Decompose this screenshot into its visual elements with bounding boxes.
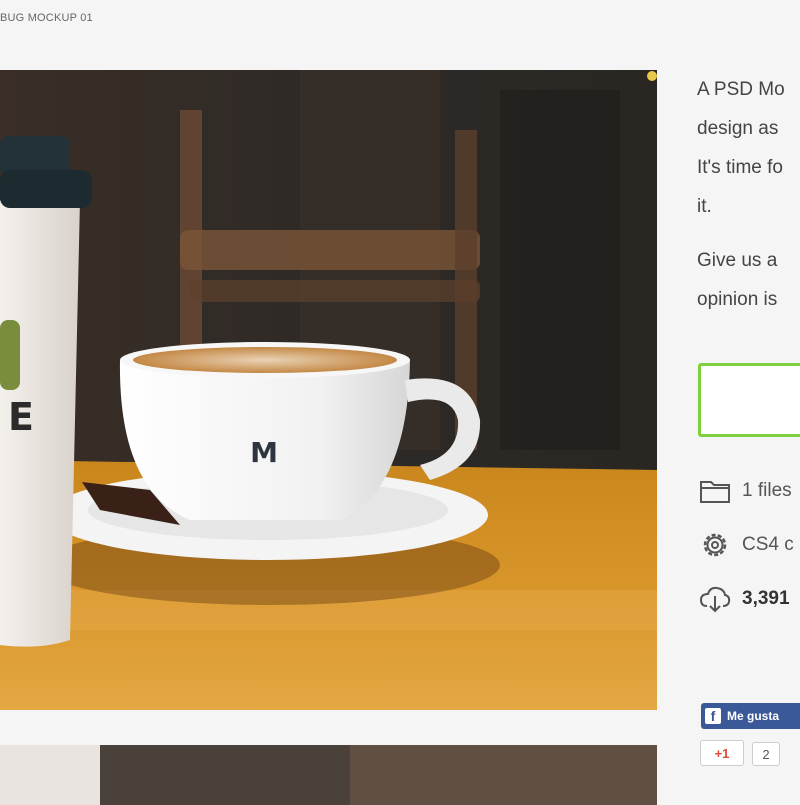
google-plus-count: 2 xyxy=(752,742,780,766)
cloud-download-icon xyxy=(698,582,732,616)
cup-print-text: E xyxy=(8,395,34,439)
description-line: Give us a xyxy=(697,250,778,271)
file-count: 1 files xyxy=(698,474,792,508)
product-preview-image-2[interactable] xyxy=(0,745,657,805)
description-line: It's time fo xyxy=(697,157,783,178)
folder-icon xyxy=(698,474,732,508)
description-line: A PSD Mo xyxy=(697,79,785,100)
download-count: 3,391 xyxy=(698,582,790,616)
google-plus-label: +1 xyxy=(714,745,730,761)
download-count-text: 3,391 xyxy=(742,588,790,609)
facebook-like-label: Me gusta xyxy=(727,709,780,723)
description-line: it. xyxy=(697,196,712,217)
software-version: CS4 c xyxy=(698,528,794,562)
gear-icon xyxy=(698,528,732,562)
file-count-text: 1 files xyxy=(742,480,792,501)
facebook-icon: f xyxy=(705,708,721,724)
description-line: design as xyxy=(697,118,779,139)
google-plus-count-text: 2 xyxy=(762,746,770,762)
description-paragraph-1: A PSD Mo design as It's time fo it. xyxy=(697,70,800,226)
coffee-mockup-photo: M E xyxy=(0,70,657,710)
facebook-like-button[interactable]: f Me gusta xyxy=(701,703,800,729)
description-line: opinion is xyxy=(697,289,778,310)
product-description: A PSD Mo design as It's time fo it. Give… xyxy=(697,70,800,319)
description-paragraph-2: Give us a opinion is xyxy=(697,241,800,319)
download-button[interactable] xyxy=(698,363,800,437)
software-version-text: CS4 c xyxy=(742,534,794,555)
breadcrumb[interactable]: BUG MOCKUP 01 xyxy=(0,12,93,32)
mockup-photo-2 xyxy=(0,745,657,805)
google-plus-button[interactable]: +1 xyxy=(700,740,744,766)
product-preview-image[interactable]: M E xyxy=(0,70,657,710)
mug-logo-text: M xyxy=(250,436,278,469)
